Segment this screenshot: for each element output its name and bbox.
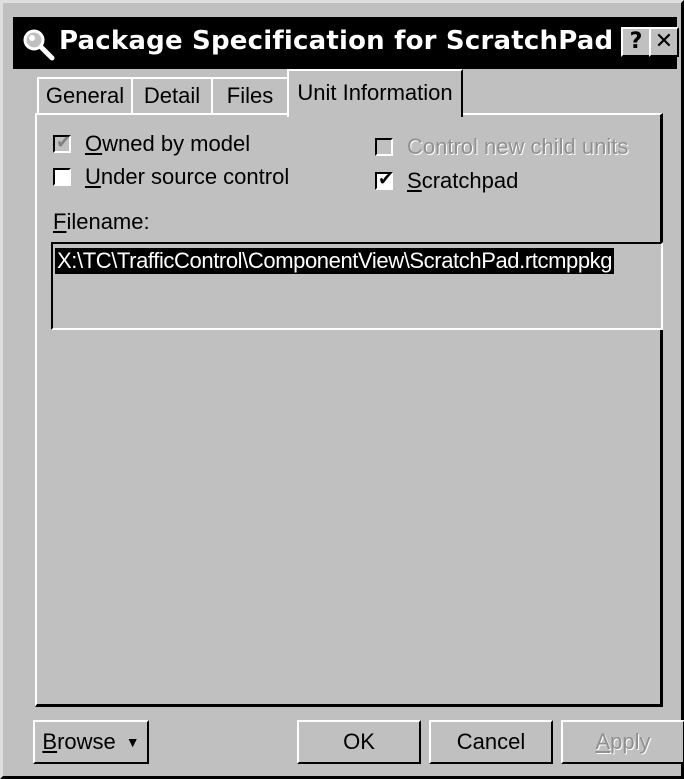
title-bar[interactable]: Package Specification for ScratchPad ? ✕ — [13, 17, 679, 69]
control-new-child-units-box — [375, 138, 393, 156]
filename-label: Filename: — [53, 209, 150, 234]
cancel-button[interactable]: Cancel — [429, 720, 553, 764]
under-source-control-box — [53, 168, 71, 186]
scratchpad-checkbox[interactable]: ✔ Scratchpad — [375, 168, 518, 194]
tab-detail[interactable]: Detail — [131, 77, 213, 115]
check-icon: ✔ — [56, 132, 72, 152]
apply-label: Apply — [595, 729, 651, 754]
ok-label: OK — [343, 729, 375, 754]
tab-panel — [35, 113, 663, 707]
window-title: Package Specification for ScratchPad — [59, 26, 614, 56]
dropdown-arrow-icon: ▼ — [125, 734, 140, 750]
scratchpad-box: ✔ — [375, 169, 394, 190]
tab-general-label: General — [45, 83, 125, 108]
browse-label: Browse — [42, 729, 116, 754]
tab-unit-information-label: Unit Information — [297, 80, 453, 105]
tab-files[interactable]: Files — [211, 77, 289, 115]
owned-by-model-checkbox[interactable]: ✔ Owned by model — [53, 131, 250, 157]
under-source-control-checkbox[interactable]: Under source control — [53, 164, 289, 190]
owned-by-model-box: ✔ — [53, 132, 72, 153]
control-new-child-units-checkbox[interactable]: Control new child units — [375, 134, 628, 160]
tab-detail-label: Detail — [143, 83, 201, 108]
check-icon: ✔ — [378, 169, 394, 189]
filename-field[interactable]: X:\TC\TrafficControl\ComponentView\Scrat… — [51, 242, 663, 330]
under-source-control-label: Under source control — [85, 164, 290, 189]
package-specification-dialog: Package Specification for ScratchPad ? ✕… — [0, 0, 684, 779]
tab-files-label: Files — [226, 83, 274, 108]
filename-value: X:\TC\TrafficControl\ComponentView\Scrat… — [55, 248, 615, 274]
scratchpad-label: Scratchpad — [407, 168, 519, 193]
tab-general[interactable]: General — [37, 77, 133, 115]
ok-button[interactable]: OK — [297, 720, 421, 764]
owned-by-model-label: Owned by model — [85, 131, 251, 156]
cancel-label: Cancel — [456, 729, 526, 754]
apply-button[interactable]: Apply — [561, 720, 684, 764]
magnifier-icon — [23, 29, 55, 61]
browse-button[interactable]: Browse ▼ — [33, 720, 149, 764]
help-button[interactable]: ? — [621, 27, 651, 57]
control-new-child-units-label: Control new child units — [407, 134, 629, 159]
close-button[interactable]: ✕ — [649, 27, 679, 57]
tab-unit-information[interactable]: Unit Information — [287, 69, 463, 117]
